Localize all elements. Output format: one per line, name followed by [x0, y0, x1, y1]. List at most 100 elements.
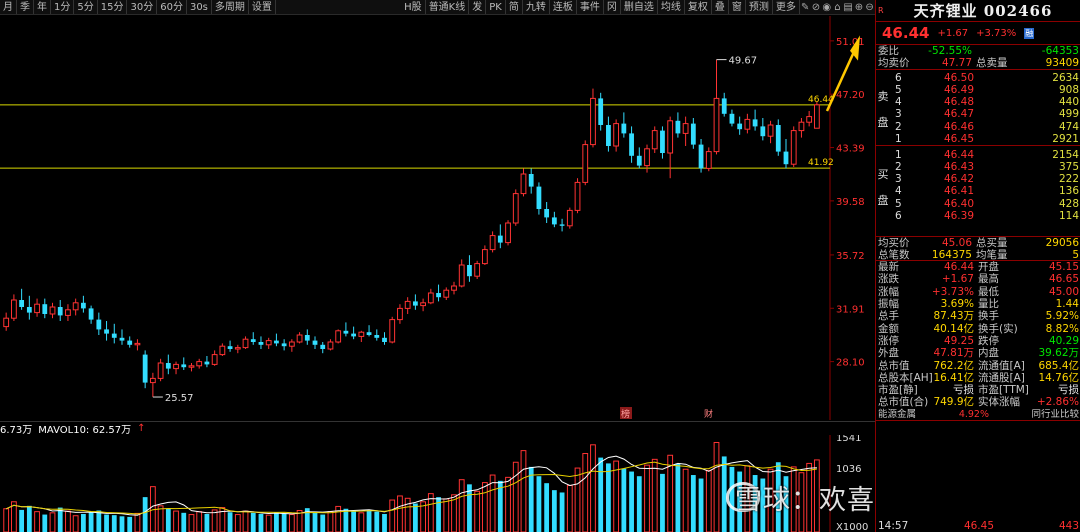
sell-level-3[interactable]: 3 46.47 499: [876, 108, 1080, 120]
buy-level-3[interactable]: 3 46.42 222: [876, 173, 1080, 185]
period-tab-0[interactable]: 月: [0, 0, 17, 14]
period-tab-2[interactable]: 年: [34, 0, 51, 14]
peer-compare-link[interactable]: 同行业比较: [991, 409, 1080, 420]
toolbar-tool-5[interactable]: 事件: [577, 0, 604, 14]
candle-body-up: [427, 292, 434, 304]
zoom-out-icon[interactable]: ⊖: [864, 2, 875, 13]
level-price: 46.39: [943, 210, 974, 223]
total-trades-value: 164375: [931, 248, 972, 261]
period-tab-9[interactable]: 多周期: [212, 0, 249, 14]
stat-label-2: 内盘: [978, 347, 999, 360]
high-marker-label: 49.67: [729, 56, 758, 67]
period-tab-1[interactable]: 季: [17, 0, 34, 14]
volume-bar-up: [512, 461, 519, 532]
buy-level-6[interactable]: 6 46.39 114: [876, 210, 1080, 222]
sell-level-5[interactable]: 5 46.49 908: [876, 84, 1080, 96]
pen-icon[interactable]: ✎: [800, 2, 811, 13]
avg-sell-label: 均卖价: [878, 57, 910, 70]
volume-bar-up: [590, 444, 596, 532]
stat-label-2: 开盘: [978, 261, 999, 274]
candle-body-up: [682, 123, 689, 134]
indicator-arrow-icon[interactable]: ↑: [137, 423, 145, 434]
candle-body-down: [760, 126, 766, 137]
buy-level-1[interactable]: 1 46.44 2154: [876, 149, 1080, 161]
eye-icon[interactable]: ◉: [821, 2, 832, 13]
period-tab-6[interactable]: 30分: [127, 0, 158, 14]
candlestick-chart[interactable]: 51.0147.2043.3939.5835.7231.9128.1046.44…: [0, 16, 875, 420]
volume-bar-down: [165, 508, 171, 532]
candle-body-down: [281, 343, 287, 347]
candle-body-up: [11, 299, 17, 319]
toolbar-tool-9[interactable]: 复权: [685, 0, 712, 14]
candle-body-down: [42, 304, 48, 314]
stat-value-2: 8.82%: [1045, 322, 1079, 335]
last-price: 46.44: [882, 24, 930, 42]
volume-bar-down: [42, 514, 48, 532]
candle-body-down: [536, 186, 542, 209]
stat-row: 涨幅 +3.73% 最低 45.00: [876, 286, 1080, 298]
lock-icon[interactable]: ⌂: [832, 2, 843, 13]
sell-level-2[interactable]: 2 46.46 474: [876, 121, 1080, 133]
toolbar-tool-7[interactable]: 删自选: [621, 0, 658, 14]
toolbar-tool-1[interactable]: PK: [486, 0, 506, 14]
toolbar-tool-6[interactable]: 冈: [604, 0, 621, 14]
volume-bar-down: [250, 512, 256, 532]
sell-order-book: 卖盘 6 46.50 2634 5 46.49 908 4 46.48 440 3 46.47 499…: [876, 70, 1080, 146]
toolbar-mid-1[interactable]: 普通K线: [426, 0, 470, 14]
candle-body-down: [544, 209, 550, 218]
volume-bar-down: [26, 505, 32, 532]
candle-body-up: [566, 209, 573, 227]
volume-bar-down: [227, 512, 233, 532]
candle-body-up: [582, 144, 589, 183]
period-tab-5[interactable]: 15分: [98, 0, 128, 14]
toolbar-tool-11[interactable]: 窗: [729, 0, 746, 14]
candle-body-down: [181, 364, 187, 368]
webi-value: -52.55%: [928, 45, 972, 57]
candle-body-up: [49, 306, 56, 315]
toolbar-tool-3[interactable]: 九转: [523, 0, 550, 14]
volume-bar-down: [142, 497, 148, 532]
period-tab-3[interactable]: 1分: [51, 0, 75, 14]
book-icon[interactable]: ▤: [843, 2, 854, 13]
candle-body-up: [397, 307, 403, 321]
level-price: 46.44: [943, 148, 974, 161]
stat-value: 46.44: [943, 261, 974, 274]
candle-body-up: [134, 342, 141, 346]
level-qty: 2154: [1052, 148, 1079, 161]
period-tab-4[interactable]: 5分: [74, 0, 98, 14]
stat-label: 总市值: [878, 359, 910, 372]
sector-row[interactable]: 能源金属 4.92% 同行业比较: [876, 409, 1080, 422]
toolbar-mid-0[interactable]: H股: [401, 0, 426, 14]
candle-body-down: [274, 340, 279, 344]
sell-level-4[interactable]: 4 46.48 440: [876, 96, 1080, 108]
period-tab-10[interactable]: 设置: [249, 0, 276, 14]
eraser-icon[interactable]: ⊘: [811, 2, 822, 13]
volume-bar-down: [621, 468, 627, 532]
toolbar-tool-2[interactable]: 简: [506, 0, 523, 14]
toolbar-tool-12[interactable]: 预测: [746, 0, 773, 14]
candle-body-down: [88, 308, 94, 320]
sell-level-1[interactable]: 1 46.45 2921: [876, 133, 1080, 145]
volume-bar-down: [104, 514, 109, 532]
stat-label: 涨跌: [878, 273, 899, 286]
candle-body-down: [57, 307, 63, 316]
toolbar-tool-8[interactable]: 均线: [658, 0, 685, 14]
zoom-in-icon[interactable]: ⊕: [854, 2, 865, 13]
volume-indicator-header: 6.73万 MAVOL10: 62.57万 ↑: [0, 421, 875, 436]
toolbar-tool-4[interactable]: 连板: [550, 0, 577, 14]
candle-body-up: [767, 124, 774, 137]
period-tab-8[interactable]: 30s: [187, 0, 212, 14]
buy-level-2[interactable]: 2 46.43 375: [876, 161, 1080, 173]
toolbar-tool-13[interactable]: 更多: [773, 0, 800, 14]
toolbar-tool-0[interactable]: 发: [469, 0, 487, 14]
buy-level-4[interactable]: 4 46.41 136: [876, 185, 1080, 197]
toolbar-tool-10[interactable]: 叠: [712, 0, 729, 14]
candle-body-up: [358, 331, 365, 337]
candle-body-down: [775, 125, 781, 152]
sell-level-6[interactable]: 6 46.50 2634: [876, 72, 1080, 84]
buy-level-5[interactable]: 5 46.40 428: [876, 198, 1080, 210]
candle-body-down: [636, 155, 642, 166]
stat-value-2: 39.62万: [1038, 347, 1079, 360]
period-tab-7[interactable]: 60分: [157, 0, 187, 14]
volume-bar-up: [234, 514, 241, 532]
